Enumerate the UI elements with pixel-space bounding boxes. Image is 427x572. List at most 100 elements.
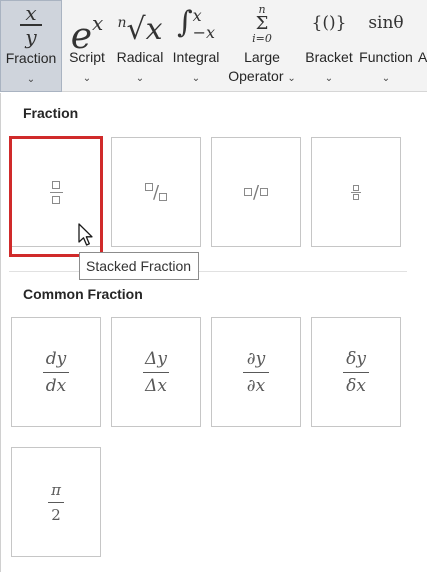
denominator: 2 <box>51 505 61 524</box>
script-icon: ex <box>64 0 110 57</box>
fraction-partial-y-partial-x-tile[interactable]: ∂y ∂x <box>211 317 301 427</box>
bracket-icon-text: {()} <box>311 13 347 33</box>
script-button[interactable]: ex Script ⌄ <box>64 0 110 92</box>
bracket-icon: {()} <box>302 0 356 48</box>
script-label-text: Script <box>69 49 105 65</box>
linear-fraction-tile[interactable]: / <box>211 137 301 247</box>
fraction-preview: π 2 <box>12 448 100 556</box>
fraction-label-text: Fraction <box>5 50 57 66</box>
radical-button[interactable]: n√x Radical ⌄ <box>112 0 168 92</box>
integral-icon: ∫ x −x <box>168 0 224 48</box>
chevron-down-icon: ⌄ <box>324 73 334 84</box>
slash-icon: / <box>252 181 260 203</box>
integral-label-text: Integral <box>172 49 220 65</box>
fraction-symbol: Δy Δx <box>143 349 169 396</box>
placeholder-box-icon <box>243 188 252 196</box>
fraction-small-delta-y-small-delta-x-tile[interactable]: δy δx <box>311 317 401 427</box>
numerator: π <box>51 480 61 499</box>
placeholder-box-icon <box>144 183 153 191</box>
large-operator-label-line1: Large <box>244 49 280 65</box>
fraction-button[interactable]: x y Fraction ⌄ <box>0 0 62 92</box>
radical-icon-base: x <box>145 12 163 47</box>
large-operator-label-line2: Operator <box>228 68 284 84</box>
section-title-fraction: Fraction <box>23 105 79 121</box>
radical-label-text: Radical <box>116 49 164 65</box>
denominator: ∂x <box>246 375 266 396</box>
fraction-bar <box>48 501 64 503</box>
sigma-sign: Σ <box>255 13 269 34</box>
fraction-preview: dy dx <box>12 318 100 426</box>
chevron-down-icon: ⌄ <box>26 74 36 85</box>
equation-ribbon: x y Fraction ⌄ ex Script ⌄ n√x Radical ⌄… <box>0 0 427 92</box>
bracket-button[interactable]: {()} Bracket ⌄ <box>302 0 356 92</box>
fraction-icon: x y <box>1 3 61 47</box>
fraction-symbol: dy dx <box>43 349 69 396</box>
section-title-common-fraction: Common Fraction <box>23 286 143 302</box>
numerator: dy <box>45 348 67 369</box>
function-icon: sinθ <box>356 0 416 48</box>
fraction-bar <box>43 371 69 373</box>
bracket-label-text: Bracket <box>305 49 353 65</box>
fraction-bar <box>243 371 269 373</box>
radical-sign: √ <box>126 12 146 47</box>
radical-label: Radical ⌄ <box>112 48 168 88</box>
chevron-down-icon: ⌄ <box>82 73 92 84</box>
placeholder-box-icon <box>260 188 269 196</box>
small-fraction-tile[interactable] <box>311 137 401 247</box>
fraction-bar <box>351 191 361 193</box>
script-label: Script ⌄ <box>64 48 110 88</box>
fraction-preview: ∂y ∂x <box>212 318 300 426</box>
fraction-bar <box>343 371 369 373</box>
function-button[interactable]: sinθ Function ⌄ <box>356 0 416 92</box>
script-icon-sup: x <box>92 11 104 35</box>
fraction-preview: Δy Δx <box>112 318 200 426</box>
numerator: δy <box>346 348 366 369</box>
accent-button[interactable]: A <box>418 0 427 92</box>
tooltip-text: Stacked Fraction <box>86 258 192 274</box>
integral-sign: ∫ <box>176 5 193 40</box>
integral-icon-lower: −x <box>192 23 216 42</box>
fraction-symbol: π 2 <box>48 481 64 524</box>
numerator: ∂y <box>246 348 266 369</box>
fraction-pi-over-2-tile[interactable]: π 2 <box>11 447 101 557</box>
bracket-label: Bracket ⌄ <box>302 48 356 88</box>
fraction-dy-dx-tile[interactable]: dy dx <box>11 317 101 427</box>
denominator: dx <box>45 375 67 396</box>
integral-label: Integral ⌄ <box>168 48 224 88</box>
large-operator-label: Large Operator ⌄ <box>224 48 300 88</box>
function-label: Function ⌄ <box>356 48 416 88</box>
radical-icon: n√x <box>112 0 168 48</box>
small-fraction-preview <box>312 138 400 246</box>
tooltip: Stacked Fraction <box>79 252 199 280</box>
numerator: Δy <box>145 348 167 369</box>
denominator: δx <box>346 375 366 396</box>
fraction-bar <box>143 371 169 373</box>
fraction-symbol: ∂y ∂x <box>243 349 269 396</box>
accent-label-text: A <box>418 49 427 65</box>
fraction-icon-bottom: y <box>25 24 37 49</box>
chevron-down-icon: ⌄ <box>191 73 201 84</box>
section-divider <box>9 271 407 272</box>
skewed-fraction-tile[interactable]: / <box>111 137 201 247</box>
sigma-icon: n Σ i=0 <box>224 0 300 48</box>
fraction-symbol: δy δx <box>343 349 369 396</box>
sigma-icon-lower: i=0 <box>252 32 272 45</box>
fraction-icon-top: x <box>25 1 37 25</box>
fraction-delta-y-delta-x-tile[interactable]: Δy Δx <box>111 317 201 427</box>
large-operator-button[interactable]: n Σ i=0 Large Operator ⌄ <box>224 0 300 92</box>
integral-button[interactable]: ∫ x −x Integral ⌄ <box>168 0 224 92</box>
accent-label: A <box>418 48 427 67</box>
function-icon-text: sinθ <box>368 13 404 33</box>
mouse-pointer-icon <box>78 223 93 246</box>
small-fraction-symbol <box>351 184 361 200</box>
linear-fraction-preview: / <box>212 138 300 246</box>
chevron-down-icon: ⌄ <box>287 73 296 84</box>
function-label-text: Function <box>359 49 413 65</box>
denominator: Δx <box>145 375 167 396</box>
fraction-preview: δy δx <box>312 318 400 426</box>
chevron-down-icon: ⌄ <box>135 73 145 84</box>
chevron-down-icon: ⌄ <box>381 73 391 84</box>
placeholder-box-icon <box>159 193 168 201</box>
fraction-label: Fraction ⌄ <box>1 49 61 89</box>
skewed-fraction-preview: / <box>112 138 200 246</box>
